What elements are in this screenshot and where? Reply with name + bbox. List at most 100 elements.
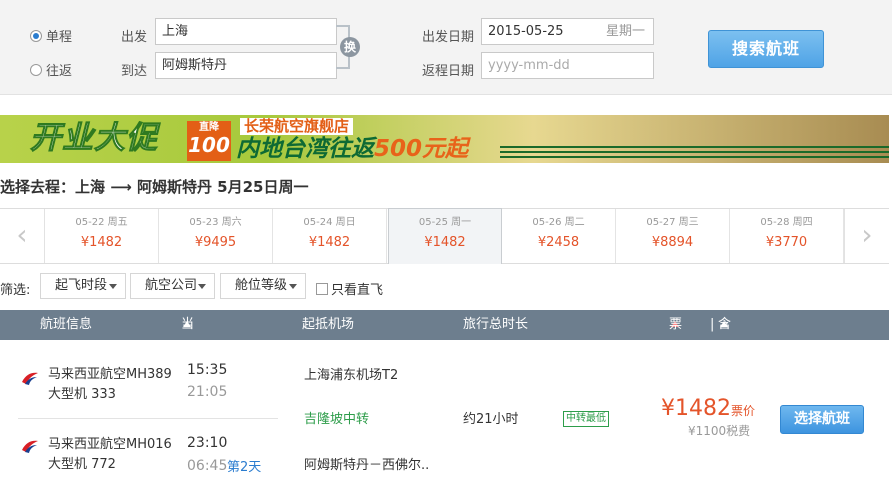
swap-bracket-bottom	[336, 55, 350, 69]
depart-date-label: 出发日期	[422, 30, 475, 45]
dropdown-label: 起飞时段	[55, 278, 108, 293]
round-trip-radio[interactable]	[30, 63, 42, 76]
direct-only-label: 只看直飞	[331, 283, 384, 298]
banner-sub-prefix: 内地台湾往返	[236, 136, 374, 162]
lowest-transfer-badge: 中转最低	[563, 411, 609, 427]
banner-stripe	[500, 146, 889, 148]
transfer-city[interactable]: 吉隆坡中转	[304, 411, 369, 428]
trip-type-one-way[interactable]: 单程	[30, 26, 72, 45]
depart-airport: 上海浦东机场T2	[304, 368, 399, 383]
price-symbol: ¥	[661, 396, 675, 421]
arrive-airport: 阿姆斯特丹－西佛尔..	[304, 458, 430, 473]
leg1-depart-time: 15:35	[187, 362, 228, 378]
date-cell-date: 05-28 周四	[760, 217, 813, 228]
return-date-label: 返程日期	[422, 64, 475, 79]
leg2-flight: 马来西亚航空MH016	[48, 437, 172, 452]
leg2-depart-time: 23:10	[187, 435, 228, 451]
date-cell-price: ¥8894	[651, 235, 694, 250]
date-cell[interactable]: 05-26 周二 ¥2458	[502, 209, 616, 263]
caret-down-icon	[198, 284, 206, 289]
banner-main-text: 开业大促	[30, 120, 158, 157]
depart-date-value: 2015-05-25	[488, 24, 564, 39]
malaysia-airlines-logo-icon	[22, 372, 38, 385]
col-airports: 起抵机场	[302, 317, 355, 332]
swap-cities-button[interactable]: 换	[340, 37, 360, 57]
one-way-label: 单程	[46, 30, 73, 45]
route-title: 选择去程：上海 ⟶ 阿姆斯特丹 5月25日周一	[0, 178, 309, 196]
filter-label: 筛选:	[0, 283, 31, 298]
dropdown-label: 舱位等级	[235, 278, 288, 293]
leg1-aircraft: 大型机 333	[48, 387, 116, 402]
col-divider: |	[710, 317, 715, 332]
direct-only-checkbox[interactable]	[316, 282, 328, 295]
date-cell-price: ¥1482	[80, 235, 123, 250]
chevron-right-icon: ›	[861, 218, 873, 251]
col-tax-price[interactable]: 含税价	[718, 310, 731, 392]
results-table-header: 航班信息 当地起降时间 起抵机场 旅行总时长 票价 | 含税价	[0, 310, 889, 482]
select-flight-button[interactable]: 选择航班	[780, 405, 864, 434]
cabin-class-dropdown[interactable]: 舱位等级	[220, 273, 306, 299]
col-duration: 旅行总时长	[463, 317, 529, 332]
to-label: 到达	[121, 64, 148, 79]
flight-search-panel: 单程 往返 出发 上海 到达 阿姆斯特丹 换 出发日期 2015-05-25 星…	[0, 0, 892, 95]
banner-stripe	[500, 156, 889, 158]
promo-banner[interactable]: 开业大促 直降 100 长荣航空旗舰店 内地台湾往返500元起	[0, 115, 889, 163]
search-flights-button[interactable]: 搜索航班	[708, 30, 824, 68]
date-cell-date: 05-25 周一	[418, 217, 472, 228]
prev-dates-button[interactable]: ‹	[0, 209, 45, 263]
round-trip-label: 往返	[46, 64, 73, 79]
banner-badge-number: 100	[188, 133, 230, 157]
date-cell[interactable]: 05-28 周四 ¥3770	[730, 209, 844, 263]
date-cell-date: 05-23 周六	[189, 217, 242, 228]
one-way-radio[interactable]	[30, 29, 42, 42]
col-flight-info: 航班信息	[40, 317, 93, 332]
depart-date-input[interactable]: 2015-05-25 星期一	[481, 18, 654, 45]
malaysia-airlines-logo-icon	[22, 440, 38, 453]
depart-weekday: 星期一	[605, 24, 645, 39]
date-cell-date: 05-27 周三	[646, 217, 699, 228]
tax-amount: ¥1100税费	[688, 424, 751, 438]
direct-only-filter[interactable]: 只看直飞	[316, 279, 383, 298]
leg1-arrive-time: 21:05	[187, 384, 228, 400]
date-price-strip: ‹ 05-22 周五 ¥1482 05-23 周六 ¥9495 05-24 周日…	[0, 208, 889, 264]
ticket-price: ¥1482票价	[661, 396, 755, 424]
caret-down-icon	[289, 284, 297, 289]
from-label: 出发	[121, 30, 148, 45]
date-cell-price: ¥1482	[308, 235, 351, 250]
banner-sub-text: 内地台湾往返500元起	[236, 135, 468, 163]
col-price[interactable]: 票价	[669, 310, 682, 362]
from-city-input[interactable]: 上海	[155, 18, 337, 45]
leg2-aircraft: 大型机 772	[48, 457, 116, 472]
chevron-left-icon: ‹	[16, 218, 28, 251]
banner-sub-price: 500元起	[374, 136, 469, 162]
date-cell[interactable]: 05-27 周三 ¥8894	[616, 209, 730, 263]
date-cell-active[interactable]: 05-25 周一 ¥1482	[388, 208, 502, 264]
caret-down-icon	[109, 284, 117, 289]
leg-separator	[18, 418, 278, 419]
banner-stripe	[500, 151, 889, 153]
date-cell-price: ¥3770	[765, 235, 808, 250]
date-cell-date: 05-26 周二	[532, 217, 585, 228]
airline-dropdown[interactable]: 航空公司	[130, 273, 215, 299]
leg2-next-day: 第2天	[227, 460, 262, 475]
next-dates-button[interactable]: ›	[844, 209, 889, 263]
date-cell[interactable]: 05-23 周六 ¥9495	[159, 209, 273, 263]
price-value: 1482	[675, 396, 731, 421]
banner-discount-badge: 直降 100	[187, 121, 231, 161]
dropdown-label: 航空公司	[145, 278, 198, 293]
trip-type-round-trip[interactable]: 往返	[30, 60, 72, 79]
date-cell-price: ¥9495	[194, 235, 237, 250]
price-suffix: 票价	[731, 404, 756, 418]
to-city-input[interactable]: 阿姆斯特丹	[155, 52, 337, 79]
total-duration: 约21小时	[463, 412, 519, 427]
return-date-input[interactable]: yyyy-mm-dd	[481, 52, 654, 79]
date-cell-date: 05-22 周五	[75, 217, 128, 228]
leg1-flight: 马来西亚航空MH389	[48, 367, 172, 382]
col-local-time[interactable]: 当地起降时间	[181, 310, 194, 482]
date-cell[interactable]: 05-22 周五 ¥1482	[45, 209, 159, 263]
departure-time-dropdown[interactable]: 起飞时段	[40, 273, 126, 299]
banner-store-tag: 长荣航空旗舰店	[240, 118, 354, 135]
date-cell[interactable]: 05-24 周日 ¥1482	[273, 209, 387, 263]
date-cell-price: ¥2458	[537, 235, 580, 250]
date-cell-date: 05-24 周日	[303, 217, 356, 228]
